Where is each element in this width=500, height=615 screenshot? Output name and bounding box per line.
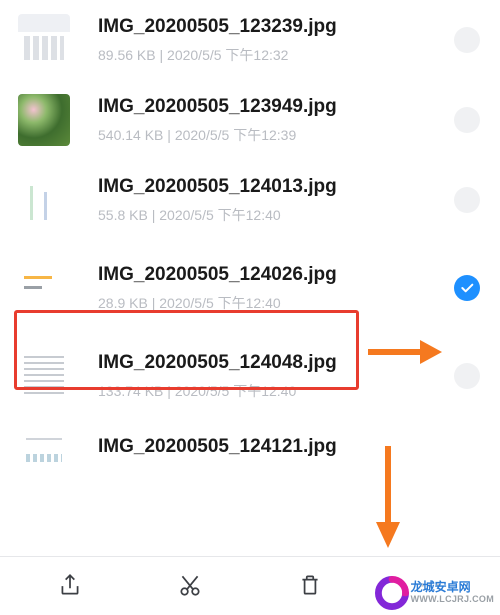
select-circle-checked[interactable] [454,275,480,301]
file-thumbnail [18,174,70,226]
file-thumbnail [18,350,70,402]
delete-button[interactable] [280,565,340,605]
file-thumbnail [18,430,70,470]
file-name-label: IMG_20200505_123949.jpg [98,95,454,120]
share-button[interactable] [40,565,100,605]
select-circle[interactable] [454,363,480,389]
cut-button[interactable] [160,565,220,605]
more-button[interactable] [400,565,460,605]
file-name-label: IMG_20200505_124013.jpg [98,175,454,200]
file-meta-label: 133.74 KB | 2020/5/5 下午12:40 [98,381,454,401]
file-row[interactable]: IMG_20200505_124048.jpg 133.74 KB | 2020… [0,336,500,416]
select-circle[interactable] [454,27,480,53]
file-row[interactable]: IMG_20200505_123949.jpg 540.14 KB | 2020… [0,80,500,160]
file-name-label: IMG_20200505_124121.jpg [98,435,480,460]
file-name-label: IMG_20200505_124026.jpg [98,263,454,288]
file-name-label: IMG_20200505_124048.jpg [98,351,454,376]
more-icon [417,572,443,598]
file-list: IMG_20200505_123239.jpg 89.56 KB | 2020/… [0,0,500,474]
file-row[interactable]: IMG_20200505_124121.jpg [0,416,500,474]
file-row[interactable]: IMG_20200505_123239.jpg 89.56 KB | 2020/… [0,0,500,80]
file-meta-label: 540.14 KB | 2020/5/5 下午12:39 [98,125,454,145]
bottom-toolbar [0,556,500,612]
file-thumbnail [18,14,70,66]
file-meta-label: 28.9 KB | 2020/5/5 下午12:40 [98,293,454,313]
file-thumbnail [18,262,70,314]
select-circle[interactable] [454,107,480,133]
file-thumbnail [18,94,70,146]
select-circle[interactable] [454,187,480,213]
file-info: IMG_20200505_123239.jpg 89.56 KB | 2020/… [98,15,454,66]
file-meta-label: 89.56 KB | 2020/5/5 下午12:32 [98,45,454,65]
file-info: IMG_20200505_123949.jpg 540.14 KB | 2020… [98,95,454,146]
file-info: IMG_20200505_124121.jpg [98,435,480,466]
trash-icon [297,572,323,598]
file-info: IMG_20200505_124048.jpg 133.74 KB | 2020… [98,351,454,402]
file-row[interactable]: IMG_20200505_124026.jpg 28.9 KB | 2020/5… [0,240,500,336]
scissors-icon [177,572,203,598]
file-row[interactable]: IMG_20200505_124013.jpg 55.8 KB | 2020/5… [0,160,500,240]
file-info: IMG_20200505_124026.jpg 28.9 KB | 2020/5… [98,263,454,314]
file-info: IMG_20200505_124013.jpg 55.8 KB | 2020/5… [98,175,454,226]
check-icon [459,280,475,296]
file-name-label: IMG_20200505_123239.jpg [98,15,454,40]
file-meta-label: 55.8 KB | 2020/5/5 下午12:40 [98,205,454,225]
share-icon [57,572,83,598]
